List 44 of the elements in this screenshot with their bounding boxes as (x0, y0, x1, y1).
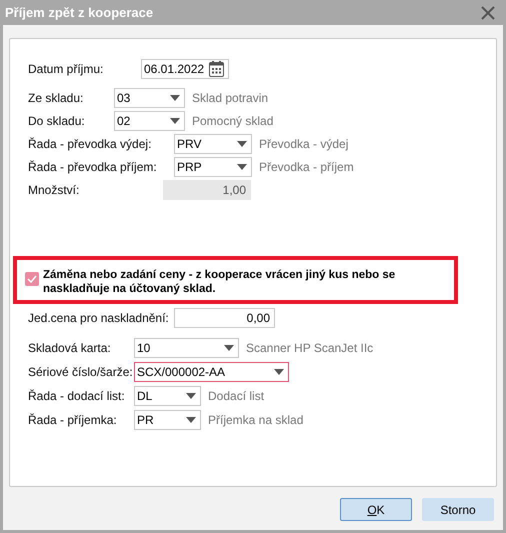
field-description: Scanner HP ScanJet IIc (246, 341, 374, 355)
field-label: Sériové číslo/šarže: (28, 365, 134, 379)
date-field[interactable]: 06.01.2022 (141, 59, 229, 79)
dropdown-field[interactable]: 02 (114, 111, 185, 131)
field-label: Řada - převodka výdej: (28, 137, 152, 151)
cancel-button[interactable]: Storno (422, 498, 494, 521)
caret-icon[interactable] (186, 417, 196, 423)
field-description: Dodací list (208, 389, 264, 403)
field-label: Množství: (28, 183, 80, 197)
close-icon[interactable] (481, 6, 495, 20)
caret-icon[interactable] (237, 164, 247, 170)
dropdown-field[interactable]: 10 (134, 338, 239, 358)
dropdown-field[interactable]: PR (134, 410, 201, 430)
caret-icon[interactable] (274, 369, 284, 375)
caret-icon[interactable] (186, 393, 196, 399)
field-description: Pomocný sklad (192, 114, 274, 128)
field-label: Datum příjmu: (28, 62, 104, 76)
checkbox-label[interactable]: Záměna nebo zadání ceny - z kooperace vrácen jiný kus nebo se naskladňuje na účtovaný sklad. (43, 268, 450, 296)
dropdown-field[interactable]: DL (134, 386, 201, 406)
field-description: Převodka - výdej (259, 137, 348, 151)
field-description: Sklad potravin (192, 91, 268, 105)
field-label: Řada - příjemka: (28, 413, 118, 427)
dropdown-field[interactable]: PRV (174, 134, 252, 154)
dropdown-field[interactable]: PRP (174, 157, 252, 177)
field-description: Příjemka na sklad (208, 413, 304, 427)
checkbox[interactable] (25, 272, 39, 286)
window-title: Příjem zpět z kooperace (5, 5, 154, 20)
caret-icon[interactable] (170, 118, 180, 124)
field-label: Řada - převodka příjem: (28, 160, 158, 174)
number-field[interactable]: 0,00 (174, 308, 275, 328)
check-icon (27, 275, 37, 283)
field-label: Jed.cena pro naskladnění: (28, 311, 170, 325)
caret-icon[interactable] (237, 141, 247, 147)
calendar-icon[interactable] (209, 61, 224, 77)
field-label: Řada - dodací list: (28, 389, 126, 403)
field-label: Do skladu: (28, 114, 86, 128)
caret-icon[interactable] (224, 345, 234, 351)
field-description: Převodka - příjem (259, 160, 354, 174)
caret-icon[interactable] (170, 95, 180, 101)
field-label: Ze skladu: (28, 91, 84, 105)
dropdown-field[interactable]: 03 (114, 88, 185, 108)
field-label: Skladová karta: (28, 341, 112, 355)
dropdown-field[interactable]: SCX/000002-AA (134, 362, 289, 382)
ok-button[interactable]: OK (340, 498, 412, 521)
